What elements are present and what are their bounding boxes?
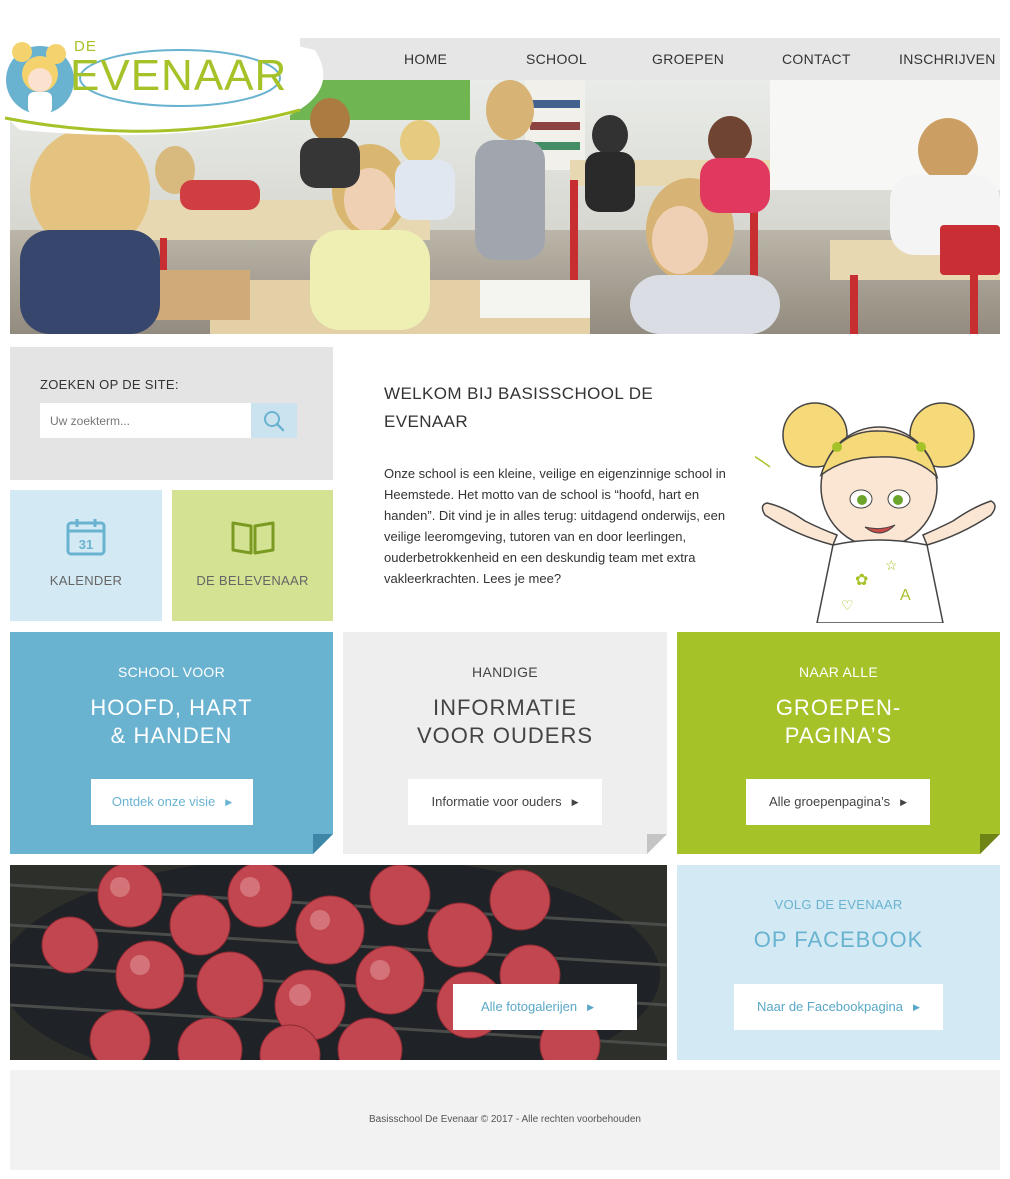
gallery-button-label: Alle fotogalerijen [481,999,578,1014]
facebook-button-label: Naar de Facebookpagina [757,999,904,1014]
logo-big-text: EVENAAR [70,51,288,100]
feature-groups: NAAR ALLE GROEPEN- PAGINA’S Alle groepen… [677,632,1000,854]
search-input[interactable] [40,403,251,438]
facebook-panel: VOLG DE EVENAAR OP FACEBOOK Naar de Face… [677,865,1000,1060]
calendar-day: 31 [79,537,93,552]
facebook-sub: VOLG DE EVENAAR [774,897,903,912]
feature-vision-title: HOOFD, HART & HANDEN [90,695,253,748]
open-book-icon [231,521,274,555]
feature-groups-sub: NAAR ALLE [799,664,878,680]
apples-photo [10,865,667,1060]
tile-belevenaar-label: DE BELEVENAAR [196,573,309,588]
feature-vision-sub: SCHOOL VOOR [117,664,226,680]
nav-groepen[interactable]: GROEPEN [652,38,724,80]
school-logo[interactable]: DE EVENAAR [0,30,330,138]
tile-belevenaar[interactable]: DE BELEVENAAR [172,490,333,621]
nav-inschrijven[interactable]: INSCHRIJVEN [899,38,996,80]
vision-button-label: Ontdek onze visie [111,794,216,809]
mascot-illustration: ✿ ☆ A ♡ [644,395,1000,624]
arrow-right-icon: ▶ [587,1002,595,1012]
gallery-button[interactable]: Alle fotogalerijen ▶ [453,984,637,1030]
arrow-right-icon: ▶ [900,797,908,807]
calendar-icon: 31 [66,519,106,556]
facebook-button[interactable]: Naar de Facebookpagina ▶ [734,984,943,1030]
welcome-text: Onze school is een kleine, veilige en ei… [384,466,726,586]
groups-button[interactable]: Alle groepenpagina’s ▶ [746,779,930,825]
feature-vision: SCHOOL VOOR HOOFD, HART & HANDEN Ontdek … [10,632,333,854]
mascot-girl-graphic: ✿ ☆ A ♡ [644,402,996,624]
nav-school[interactable]: SCHOOL [526,38,587,80]
svg-text:✿: ✿ [855,572,868,589]
feature-parents-title: INFORMATIE VOOR OUDERS [416,695,594,748]
footer: Basisschool De Evenaar © 2017 - Alle rec… [10,1070,1000,1170]
search-panel: ZOEKEN OP DE SITE: [10,347,333,480]
vision-button[interactable]: Ontdek onze visie ▶ [91,779,253,825]
search-icon [264,410,285,431]
facebook-title: OP FACEBOOK [753,927,924,952]
parents-button[interactable]: Informatie voor ouders ▶ [408,779,602,825]
feature-parents-sub: HANDIGE [472,664,538,680]
photo-gallery-teaser: Alle fotogalerijen ▶ [10,865,667,1060]
parents-button-label: Informatie voor ouders [431,794,562,809]
corner-fold [647,834,667,854]
nav-contact[interactable]: CONTACT [782,38,851,80]
footer-copyright: Basisschool De Evenaar © 2017 - Alle rec… [369,1114,641,1125]
tile-calendar[interactable]: 31 KALENDER [10,490,162,621]
main-nav: HOME SCHOOL GROEPEN CONTACT INSCHRIJVEN [300,38,1000,80]
search-label: ZOEKEN OP DE SITE: [40,377,179,392]
feature-groups-title: GROEPEN- PAGINA’S [775,695,902,748]
arrow-right-icon: ▶ [225,797,233,807]
corner-fold [313,834,333,854]
tile-calendar-label: KALENDER [49,573,123,588]
svg-text:A: A [900,587,911,604]
svg-text:♡: ♡ [841,597,854,613]
welcome-title: WELKOM BIJ BASISSCHOOL DE EVENAAR [384,384,654,431]
arrow-right-icon: ▶ [571,797,579,807]
feature-parents: HANDIGE INFORMATIE VOOR OUDERS Informati… [343,632,667,854]
svg-text:☆: ☆ [885,557,898,573]
groups-button-label: Alle groepenpagina’s [768,794,891,809]
nav-home[interactable]: HOME [404,38,447,80]
corner-fold [980,834,1000,854]
arrow-right-icon: ▶ [913,1002,920,1012]
search-button[interactable] [251,403,297,438]
